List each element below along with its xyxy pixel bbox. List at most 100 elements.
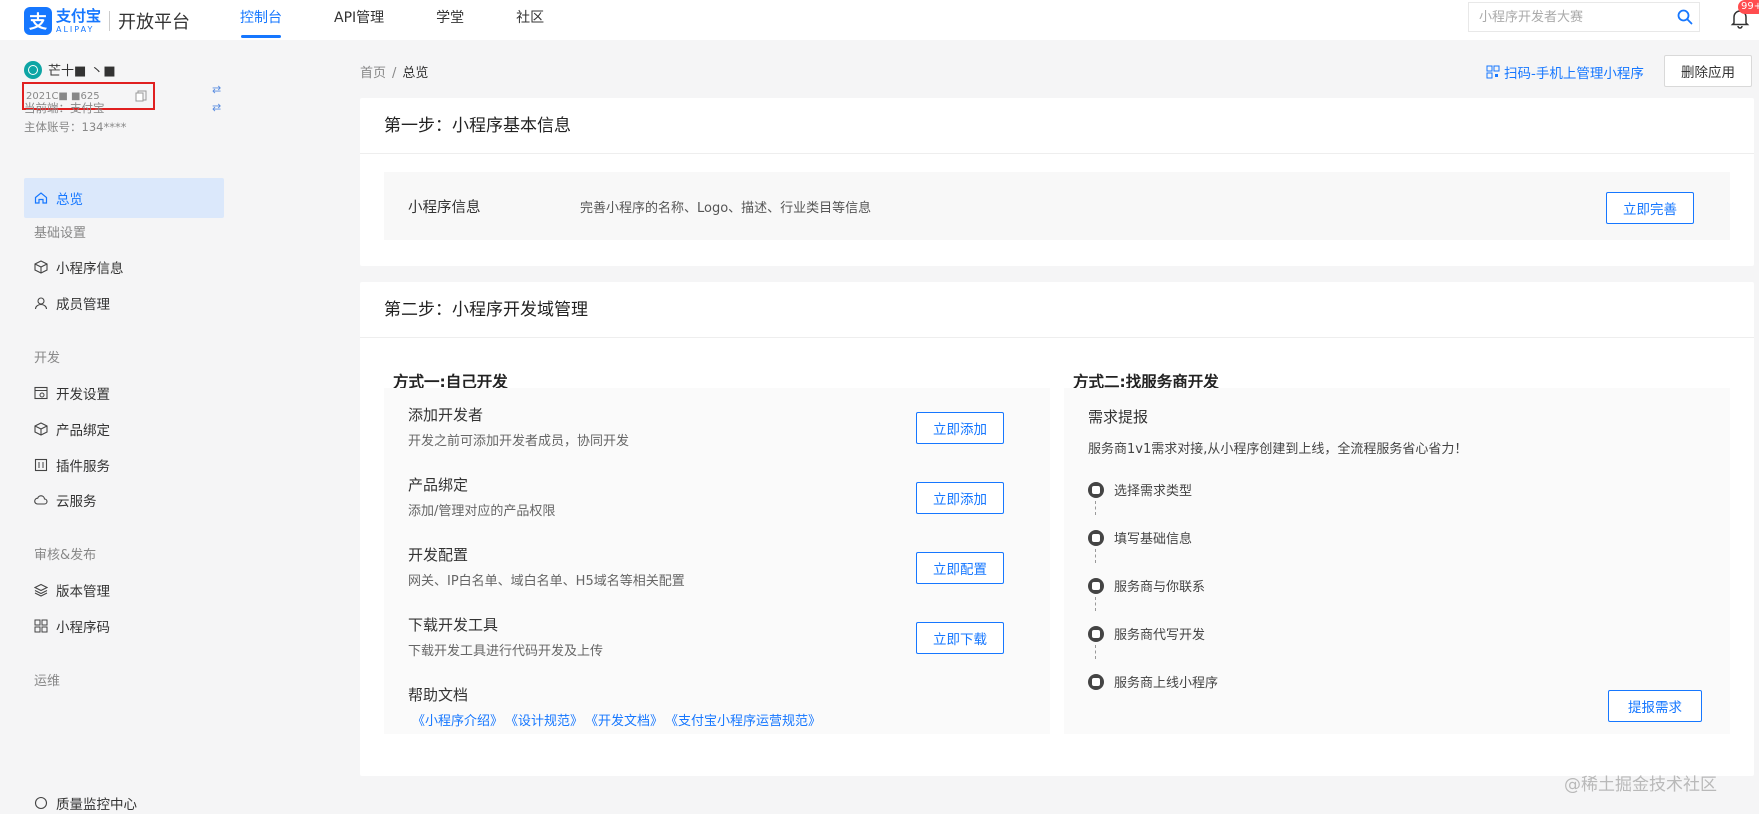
configure-now-button[interactable]: 立即配置 xyxy=(916,552,1004,584)
menu-group-review: 审核&发布 xyxy=(34,548,97,563)
step-connector xyxy=(1095,645,1096,659)
submit-request-button[interactable]: 提报需求 xyxy=(1608,690,1702,722)
nav-community[interactable]: 社区 xyxy=(516,0,544,40)
logo-divider xyxy=(109,11,111,31)
menu-group-ops: 运维 xyxy=(34,674,61,689)
step2-card: 第二步：小程序开发域管理 方式一:自己开发 方式二:找服务商开发 添加开发者 开… xyxy=(360,282,1754,776)
help-links: 《小程序介绍》 《设计规范》 《开发文档》 《支付宝小程序运营规范》 xyxy=(412,710,823,729)
monitor-icon xyxy=(34,796,48,810)
breadcrumb-sep: / xyxy=(392,66,397,81)
breadcrumb-home[interactable]: 首页 xyxy=(360,66,386,81)
search-icon[interactable] xyxy=(1671,3,1699,31)
swap-app-icon[interactable]: ⇄ xyxy=(212,84,224,96)
nav-academy[interactable]: 学堂 xyxy=(436,0,464,40)
sidebar-item-members[interactable]: 成员管理 xyxy=(34,292,110,314)
step-label: 选择需求类型 xyxy=(1114,484,1193,499)
nav-console[interactable]: 控制台 xyxy=(240,0,282,40)
logo-cn-text: 支付宝 xyxy=(56,6,102,25)
process-step: 服务商代写开发 xyxy=(1088,624,1205,643)
user-icon xyxy=(34,296,48,310)
sidebar-item-label: 插件服务 xyxy=(56,459,110,475)
step-connector xyxy=(1095,549,1096,563)
sidebar-item-label: 小程序码 xyxy=(56,620,110,636)
complete-now-button[interactable]: 立即完善 xyxy=(1606,192,1694,224)
sidebar-item-label: 版本管理 xyxy=(56,584,110,600)
menu-group-basic: 基础设置 xyxy=(34,226,87,241)
vendor-dev-panel: 需求提报 服务商1v1需求对接,从小程序创建到上线，全流程服务省心省力！ 选择需… xyxy=(1064,388,1730,734)
help-link-design[interactable]: 《设计规范》 xyxy=(505,710,583,729)
home-icon xyxy=(34,191,48,205)
sidebar-item-dev-settings[interactable]: 开发设置 xyxy=(34,382,110,404)
step-label: 服务商上线小程序 xyxy=(1114,676,1219,691)
request-title: 需求提报 xyxy=(1088,408,1149,426)
sidebar-item-product-bind[interactable]: 产品绑定 xyxy=(34,418,110,440)
step-icon xyxy=(1088,577,1104,594)
step-label: 填写基础信息 xyxy=(1114,532,1193,547)
process-step: 服务商与你联系 xyxy=(1088,576,1205,595)
alipay-logo-icon: 支 xyxy=(24,7,52,35)
grid-icon xyxy=(34,619,48,633)
task-title: 下载开发工具 xyxy=(408,616,499,634)
sidebar-item-cloud[interactable]: 云服务 xyxy=(34,489,97,511)
step-connector xyxy=(1095,501,1096,515)
step-icon xyxy=(1088,529,1104,546)
search-box xyxy=(1468,2,1700,32)
layers-icon xyxy=(33,583,49,597)
sidebar-item-label: 产品绑定 xyxy=(56,423,110,439)
sidebar-item-label: 质量监控中心 xyxy=(56,797,137,813)
plugin-icon xyxy=(34,458,48,472)
sidebar-item-mini-info[interactable]: 小程序信息 xyxy=(34,256,124,278)
self-dev-panel: 添加开发者 开发之前可添加开发者成员，协同开发 立即添加 产品绑定 添加/管理对… xyxy=(384,388,1050,734)
app-name: 芒十■ 丶■ xyxy=(48,64,116,79)
watermark: @稀土掘金技术社区 xyxy=(1564,775,1717,795)
task-desc: 下载开发工具进行代码开发及上传 xyxy=(408,644,604,659)
top-bar: 支 支付宝 ALIPAY 开放平台 控制台 API管理 学堂 社区 99+ xyxy=(0,0,1759,40)
app-avatar xyxy=(24,60,42,79)
settings-window-icon xyxy=(34,386,48,400)
sidebar-item-version[interactable]: 版本管理 xyxy=(33,579,110,601)
sidebar: 芒十■ 丶■ 2021C■ ■625 ⇄ 当前端：支付宝 ⇄ 主体账号：134*… xyxy=(0,40,250,813)
step-label: 服务商与你联系 xyxy=(1114,580,1206,595)
info-desc: 完善小程序的名称、Logo、描述、行业类目等信息 xyxy=(580,200,872,216)
request-desc: 服务商1v1需求对接,从小程序创建到上线，全流程服务省心省力！ xyxy=(1088,442,1468,457)
swap-end-icon[interactable]: ⇄ xyxy=(212,102,224,114)
delete-app-button[interactable]: 删除应用 xyxy=(1664,55,1752,87)
sidebar-item-plugin[interactable]: 插件服务 xyxy=(34,454,110,476)
platform-title: 开放平台 xyxy=(118,12,191,33)
copy-icon[interactable] xyxy=(135,90,147,102)
sidebar-item-overview[interactable]: 总览 xyxy=(24,178,224,218)
sidebar-item-quality[interactable]: 质量监控中心 xyxy=(34,792,137,814)
breadcrumb: 首页 / 总览 xyxy=(360,62,428,81)
alipay-logo[interactable]: 支 支付宝 ALIPAY 开放平台 xyxy=(24,6,190,36)
app-name-row: 芒十■ 丶■ xyxy=(24,60,116,79)
current-end: 当前端：支付宝 xyxy=(24,101,105,115)
menu-group-dev: 开发 xyxy=(34,351,61,366)
search-input[interactable] xyxy=(1469,3,1671,31)
step-icon xyxy=(1088,625,1104,642)
add-developer-button[interactable]: 立即添加 xyxy=(916,412,1004,444)
qr-code-icon xyxy=(1486,65,1500,79)
help-title: 帮助文档 xyxy=(408,686,469,704)
step-icon xyxy=(1088,673,1104,690)
task-desc: 添加/管理对应的产品权限 xyxy=(408,504,556,519)
nav-api[interactable]: API管理 xyxy=(334,0,384,40)
help-link-intro[interactable]: 《小程序介绍》 xyxy=(412,710,503,729)
cube-icon xyxy=(34,422,48,436)
sidebar-item-label: 总览 xyxy=(56,192,83,208)
step-label: 服务商代写开发 xyxy=(1114,628,1206,643)
help-link-dev-docs[interactable]: 《开发文档》 xyxy=(585,710,663,729)
download-now-button[interactable]: 立即下载 xyxy=(916,622,1004,654)
mini-info-box: 小程序信息 完善小程序的名称、Logo、描述、行业类目等信息 xyxy=(384,172,1730,240)
sidebar-item-mini-code[interactable]: 小程序码 xyxy=(34,615,110,637)
scan-manage-link[interactable]: 扫码-手机上管理小程序 xyxy=(1486,62,1644,82)
help-link-ops-rules[interactable]: 《支付宝小程序运营规范》 xyxy=(665,710,821,729)
sidebar-item-label: 小程序信息 xyxy=(56,261,124,277)
add-product-button[interactable]: 立即添加 xyxy=(916,482,1004,514)
process-step: 选择需求类型 xyxy=(1088,480,1192,499)
task-title: 开发配置 xyxy=(408,546,469,564)
sidebar-item-label: 开发设置 xyxy=(56,387,110,403)
scan-link-text: 扫码-手机上管理小程序 xyxy=(1504,66,1644,82)
info-title: 小程序信息 xyxy=(408,199,481,216)
step1-card: 第一步：小程序基本信息 小程序信息 完善小程序的名称、Logo、描述、行业类目等… xyxy=(360,98,1754,266)
task-desc: 开发之前可添加开发者成员，协同开发 xyxy=(408,434,630,449)
